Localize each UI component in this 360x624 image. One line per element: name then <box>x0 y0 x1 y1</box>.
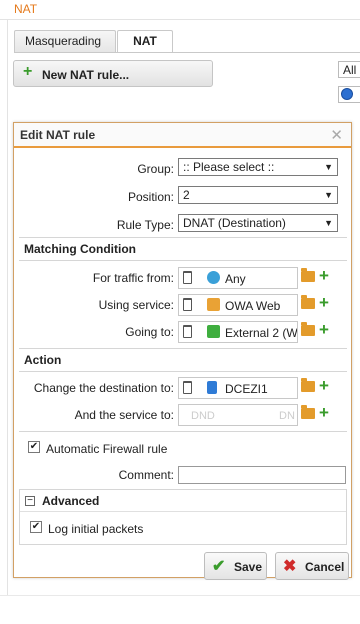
rule-type-value: DNAT (Destination) <box>183 216 286 230</box>
position-row: Position: 2 ▼ <box>14 186 353 208</box>
tab-nat[interactable]: NAT <box>117 30 173 52</box>
page-title: NAT <box>14 2 38 16</box>
going-to-row: Going to: External 2 (W + <box>14 320 353 343</box>
title-bar: NAT <box>0 0 360 20</box>
traffic-from-row: For traffic from: Any + <box>14 266 353 289</box>
chevron-down-icon: ▼ <box>324 162 333 172</box>
cancel-label: Cancel <box>305 560 345 574</box>
service-to-label: And the service to: <box>74 408 174 422</box>
folder-icon[interactable] <box>301 268 315 282</box>
close-icon: ✖ <box>283 558 297 575</box>
dialog-header: Edit NAT rule ✕ <box>14 123 351 148</box>
service-to-placeholder-end: DN <box>279 410 295 422</box>
advanced-panel: − Advanced ✔ Log initial packets <box>19 489 347 545</box>
traffic-from-label: For traffic from: <box>92 271 174 285</box>
search-field[interactable] <box>338 86 360 103</box>
chevron-down-icon: ▼ <box>324 190 333 200</box>
divider <box>19 260 347 261</box>
trash-icon[interactable] <box>183 298 192 311</box>
going-to-field[interactable]: External 2 (W <box>178 321 298 343</box>
divider <box>19 237 347 238</box>
collapse-icon[interactable]: − <box>25 496 35 506</box>
check-icon: ✔ <box>212 558 226 575</box>
folder-icon[interactable] <box>301 378 315 392</box>
add-icon[interactable]: + <box>319 376 329 396</box>
new-nat-rule-button[interactable]: + New NAT rule... <box>13 60 213 87</box>
add-icon[interactable]: + <box>319 266 329 286</box>
rule-type-label: Rule Type: <box>116 218 174 232</box>
trash-icon[interactable] <box>183 325 192 338</box>
log-initial-label: Log initial packets <box>48 522 144 536</box>
group-select[interactable]: :: Please select :: ▼ <box>178 158 338 176</box>
log-initial-checkbox[interactable]: ✔ <box>30 521 42 533</box>
using-service-row: Using service: OWA Web + <box>14 293 353 316</box>
service-to-placeholder: DND <box>191 410 215 422</box>
add-icon[interactable]: + <box>319 293 329 313</box>
add-icon[interactable]: + <box>319 320 329 340</box>
position-label: Position: <box>127 190 174 204</box>
traffic-from-field[interactable]: Any <box>178 267 298 289</box>
interface-icon <box>207 325 220 338</box>
new-nat-rule-label: New NAT rule... <box>42 68 130 82</box>
cancel-button[interactable]: ✖ Cancel <box>275 552 349 580</box>
using-service-label: Using service: <box>98 298 174 312</box>
save-button[interactable]: ✔ Save <box>204 552 267 580</box>
folder-icon[interactable] <box>301 295 315 309</box>
trash-icon[interactable] <box>183 271 192 284</box>
folder-icon[interactable] <box>301 405 315 419</box>
using-service-value: OWA Web <box>225 299 281 313</box>
going-to-value: External 2 (W <box>225 326 298 340</box>
rule-type-select[interactable]: DNAT (Destination) ▼ <box>178 214 338 232</box>
group-row: Group: :: Please select :: ▼ <box>14 158 353 180</box>
globe-icon <box>207 271 220 284</box>
search-icon <box>341 88 353 100</box>
advanced-header[interactable]: − Advanced <box>20 490 346 512</box>
auto-firewall-label: Automatic Firewall rule <box>46 442 168 456</box>
page-footer-area <box>0 595 360 624</box>
comment-label: Comment: <box>118 468 174 482</box>
divider <box>19 348 347 349</box>
close-icon[interactable]: ✕ <box>330 126 343 144</box>
tab-divider <box>14 52 360 53</box>
dialog-title: Edit NAT rule <box>20 128 96 142</box>
host-icon <box>207 381 217 394</box>
auto-firewall-row: ✔ Automatic Firewall rule <box>14 439 353 461</box>
position-select[interactable]: 2 ▼ <box>178 186 338 204</box>
matching-condition-title: Matching Condition <box>24 242 136 256</box>
tab-masquerading[interactable]: Masquerading <box>14 30 116 52</box>
left-divider <box>0 20 8 624</box>
folder-icon[interactable] <box>301 322 315 336</box>
plus-icon: + <box>23 63 33 80</box>
position-value: 2 <box>183 188 190 202</box>
rule-type-row: Rule Type: DNAT (Destination) ▼ <box>14 214 353 236</box>
traffic-from-value: Any <box>225 272 246 286</box>
going-to-label: Going to: <box>125 325 174 339</box>
add-icon[interactable]: + <box>319 403 329 423</box>
divider <box>19 431 347 432</box>
chevron-down-icon: ▼ <box>324 218 333 228</box>
comment-row: Comment: <box>14 466 353 488</box>
save-label: Save <box>234 560 263 574</box>
service-to-field[interactable]: DND DN <box>178 404 298 426</box>
edit-nat-rule-dialog: Edit NAT rule ✕ Group: :: Please select … <box>13 122 353 580</box>
change-destination-value: DCEZI1 <box>225 382 268 396</box>
service-icon <box>207 298 220 311</box>
service-to-row: And the service to: DND DN + <box>14 403 353 426</box>
change-destination-row: Change the destination to: DCEZI1 + <box>14 376 353 399</box>
group-label: Group: <box>137 162 174 176</box>
change-destination-field[interactable]: DCEZI1 <box>178 377 298 399</box>
action-title: Action <box>24 353 62 367</box>
divider <box>19 371 347 372</box>
using-service-field[interactable]: OWA Web <box>178 294 298 316</box>
auto-firewall-checkbox[interactable]: ✔ <box>28 441 40 453</box>
change-destination-label: Change the destination to: <box>33 381 174 395</box>
group-value: :: Please select :: <box>183 160 275 174</box>
comment-input[interactable] <box>178 466 346 484</box>
trash-icon[interactable] <box>183 381 192 394</box>
filter-select[interactable]: All <box>338 61 360 78</box>
advanced-title: Advanced <box>42 494 100 508</box>
